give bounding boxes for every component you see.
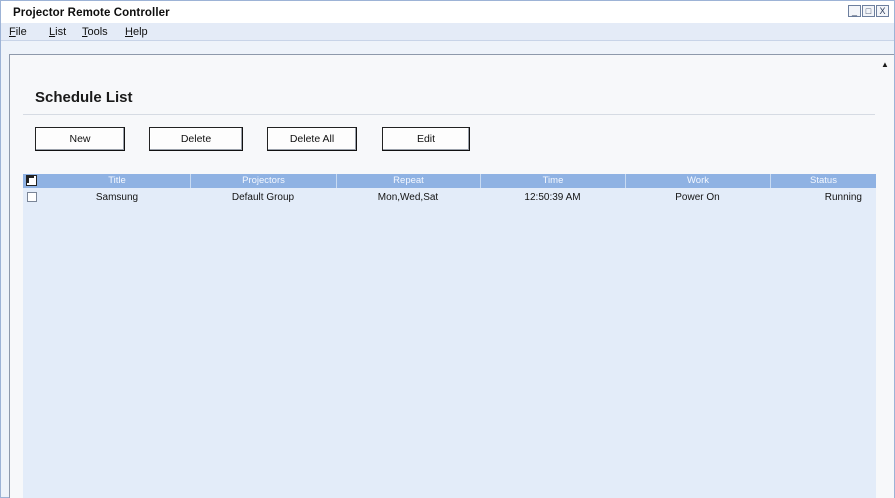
menu-help[interactable]: Help xyxy=(125,26,148,38)
row-checkbox[interactable] xyxy=(27,192,37,202)
menu-list[interactable]: List xyxy=(49,26,66,38)
schedule-table: Title Projectors Repeat Time Work Status… xyxy=(23,174,876,498)
cell-title: Samsung xyxy=(95,192,139,203)
minimize-button[interactable]: _ xyxy=(848,5,861,17)
table-header: Title Projectors Repeat Time Work Status xyxy=(23,174,876,188)
window-title: Projector Remote Controller xyxy=(13,7,170,19)
column-header-title[interactable]: Title xyxy=(44,174,190,188)
table-row[interactable]: Samsung Default Group Mon,Wed,Sat 12:50:… xyxy=(23,189,876,205)
scroll-up-arrow-icon[interactable]: ▲ xyxy=(880,59,890,71)
close-button[interactable]: X xyxy=(876,5,889,17)
window-controls: _ □ X xyxy=(848,5,889,17)
column-header-status[interactable]: Status xyxy=(770,174,876,188)
column-header-projectors[interactable]: Projectors xyxy=(190,174,336,188)
panel-title: Schedule List xyxy=(35,89,133,106)
panel-divider xyxy=(23,114,875,115)
cell-status: Running xyxy=(824,192,862,203)
column-header-work[interactable]: Work xyxy=(625,174,770,188)
column-header-repeat[interactable]: Repeat xyxy=(336,174,480,188)
edit-button[interactable]: Edit xyxy=(382,127,470,151)
menu-bar: File List Tools Help xyxy=(1,23,894,41)
cell-repeat: Mon,Wed,Sat xyxy=(377,192,439,203)
column-header-time[interactable]: Time xyxy=(480,174,625,188)
menu-tools[interactable]: Tools xyxy=(82,26,108,38)
cell-time: 12:50:39 AM xyxy=(524,192,581,203)
delete-button[interactable]: Delete xyxy=(149,127,243,151)
new-button[interactable]: New xyxy=(35,127,125,151)
maximize-button[interactable]: □ xyxy=(862,5,875,17)
title-bar[interactable]: Projector Remote Controller _ □ X xyxy=(1,1,894,23)
select-all-checkbox[interactable] xyxy=(26,175,37,186)
app-window: Projector Remote Controller _ □ X File L… xyxy=(0,0,895,498)
cell-work: Power On xyxy=(675,192,720,203)
menu-file[interactable]: File xyxy=(9,26,27,38)
cell-projectors: Default Group xyxy=(231,192,295,203)
delete-all-button[interactable]: Delete All xyxy=(267,127,357,151)
